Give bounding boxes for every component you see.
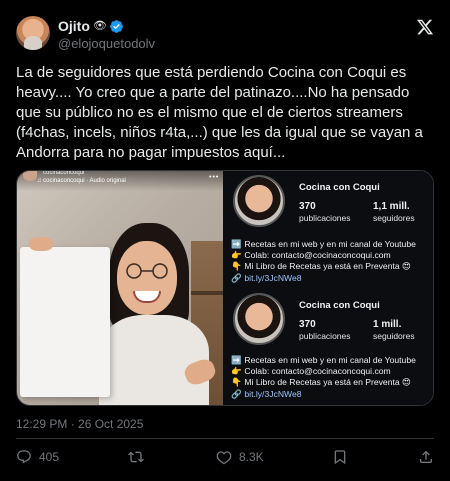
profile-bio: ➡️ Recetas en mi web y en mi canal de Yo… [231,239,433,284]
eye-emoji-icon: 👁 [92,19,107,32]
tweet-header: Ojito 👁 @elojoquetodolv [16,16,434,52]
ig-overlay: cocinaconcoqui ♫ cocinaconcoqui · Audio … [17,171,223,191]
like-button[interactable]: 8.3K [216,449,264,465]
shirt-shape [99,315,209,405]
x-logo-icon[interactable] [416,18,434,36]
media-photo: cocinaconcoqui ♫ cocinaconcoqui · Audio … [17,171,223,405]
bio-line: 🔗 bit.ly/3JcNWe8 [231,388,302,399]
bio-line: 👇 Mi Libro de Recetas ya está en Prevent… [231,377,411,388]
bio-line: 🔗 bit.ly/3JcNWe8 [231,272,302,283]
pointing-down-icon: 👇 [231,377,242,388]
reply-count: 405 [39,450,60,464]
bio-line: 👉 Colab: contacto@cocinaconcoqui.com [231,250,391,261]
bio-line: 👇 Mi Libro de Recetas ya está en Prevent… [231,261,411,272]
posts-label: publicaciones [299,213,351,223]
followers-count: 1,1 mill. [373,201,410,212]
profile-avatar [233,293,285,345]
more-dots-icon: ••• [209,174,220,181]
whiteboard-shape [20,247,110,397]
left-hand-shape [29,237,53,251]
reply-button[interactable]: 405 [16,449,59,465]
bio-line: 👉 Colab: contacto@cocinaconcoqui.com [231,366,391,377]
ig-overlay-audio: ♫ cocinaconcoqui · Audio original [37,178,126,184]
heart-icon [216,451,232,465]
arrow-right-icon: ➡️ [231,239,242,249]
pointing-down-icon: 👇 [231,261,242,272]
tweet-timestamp[interactable]: 12:29 PM · 26 Oct 2025 [16,417,143,431]
repost-button[interactable] [128,449,151,465]
author-avatar[interactable] [16,16,50,50]
bookmark-button[interactable] [332,449,355,465]
reply-icon [17,450,31,464]
followers-label: seguidores [373,331,415,341]
pointing-right-icon: 👉 [231,250,242,261]
ig-mini-avatar [23,171,37,181]
link-icon: 🔗 [231,388,242,399]
bookmark-icon [334,450,346,465]
ig-overlay-handle: cocinaconcoqui [43,171,85,176]
glasses-shape [126,263,168,279]
arrow-right-icon: ➡️ [231,355,242,365]
share-icon [420,450,432,463]
author-name-row: Ojito 👁 [58,18,124,34]
followers-count: 1 mill. [373,319,402,330]
profile-avatar [233,175,285,227]
posts-count: 370 [299,319,316,330]
profile-card-before: Cocina con Coqui 370 publicaciones 1,1 m… [223,171,433,289]
instagram-profile-panel: Cocina con Coqui 370 publicaciones 1,1 m… [223,171,433,405]
author-name[interactable]: Ojito [58,18,90,34]
like-count: 8.3K [239,450,264,464]
divider [16,438,434,439]
bio-line: ➡️ Recetas en mi web y en mi canal de Yo… [231,355,416,365]
profile-name: Cocina con Coqui [299,300,380,311]
repost-icon [128,451,144,463]
author-handle[interactable]: @elojoquetodolv [58,36,155,51]
tweet-media[interactable]: cocinaconcoqui ♫ cocinaconcoqui · Audio … [16,170,434,406]
followers-label: seguidores [373,213,415,223]
action-bar: 405 8.3K [16,449,434,467]
tweet-text: La de seguidores que está perdiendo Coci… [16,64,423,161]
pointing-right-icon: 👉 [231,366,242,377]
bio-line: ➡️ Recetas en mi web y en mi canal de Yo… [231,239,416,249]
posts-label: publicaciones [299,331,351,341]
link-icon: 🔗 [231,272,242,283]
verified-badge-icon [109,19,123,33]
profile-card-after: Cocina con Coqui 370 publicaciones 1 mil… [223,289,433,405]
posts-count: 370 [299,201,316,212]
profile-bio: ➡️ Recetas en mi web y en mi canal de Yo… [231,355,433,400]
share-button[interactable] [418,449,441,465]
profile-name: Cocina con Coqui [299,182,380,193]
